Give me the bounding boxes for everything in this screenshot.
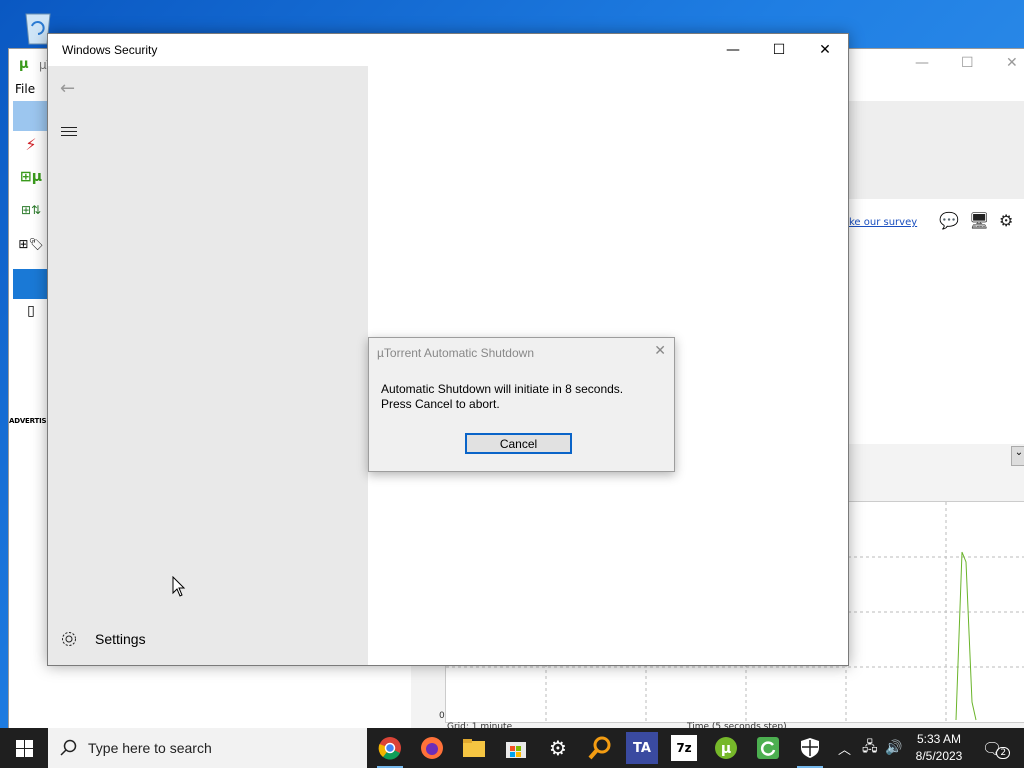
notification-count: 2: [996, 747, 1011, 759]
settings-label: Settings: [95, 631, 146, 647]
store-icon[interactable]: [500, 732, 532, 764]
device-icon[interactable]: ▯: [13, 303, 49, 333]
cancel-button[interactable]: Cancel: [465, 433, 572, 454]
gear-icon: [62, 632, 76, 646]
network-icon[interactable]: 🖧: [862, 728, 878, 768]
menu-file[interactable]: File: [15, 82, 35, 96]
navigation-pane: ← Settings: [48, 66, 368, 665]
back-arrow-icon[interactable]: ←: [60, 78, 75, 99]
dialog-message: Automatic Shutdown will initiate in 8 se…: [381, 382, 623, 412]
utorrent-logo-icon: μ: [19, 57, 29, 72]
minimize-button[interactable]: —: [710, 34, 756, 66]
remote-icon[interactable]: 🖥: [969, 211, 989, 230]
labels-icon[interactable]: ⊞🏷: [13, 237, 49, 267]
sidebar-item-offers[interactable]: [13, 101, 49, 131]
shutdown-dialog: µTorrent Automatic Shutdown ✕ Automatic …: [368, 337, 675, 472]
minimize-icon[interactable]: —: [915, 55, 929, 71]
text-editor-icon[interactable]: TA: [626, 732, 658, 764]
utorrent-sidebar: ⚡ ⊞µ ⊞⇅ ⊞🏷 ▯: [9, 101, 49, 461]
maximize-icon[interactable]: ☐: [961, 55, 974, 71]
dialog-title: µTorrent Automatic Shutdown: [377, 346, 534, 360]
windows-logo-icon: [15, 739, 33, 757]
utorrent-icon[interactable]: µ: [710, 732, 742, 764]
dialog-message-line1: Automatic Shutdown will initiate in 8 se…: [381, 382, 624, 396]
dialog-message-line2: Press Cancel to abort.: [381, 397, 500, 411]
settings-icon[interactable]: ⚙: [542, 732, 574, 764]
maximize-button[interactable]: ☐: [756, 34, 802, 66]
windows-security-titlebar: Windows Security — ☐ ✕: [48, 34, 848, 66]
7zip-icon[interactable]: 7z: [671, 735, 697, 761]
svg-text:µ: µ: [721, 741, 731, 757]
refresh-app-icon[interactable]: [752, 732, 784, 764]
window-title: Windows Security: [62, 43, 158, 57]
dialog-close-icon[interactable]: ✕: [654, 343, 666, 359]
settings-nav-item[interactable]: Settings: [60, 630, 146, 648]
graph-zero-label: 0: [439, 711, 445, 721]
search-tool-icon[interactable]: [584, 732, 616, 764]
windows-security-icon[interactable]: [794, 732, 826, 768]
start-button[interactable]: [0, 728, 48, 768]
volume-icon[interactable]: 🔊: [885, 728, 902, 768]
close-icon[interactable]: ✕: [1006, 55, 1018, 71]
clock-date: 8/5/2023: [915, 749, 963, 763]
mouse-cursor-icon: [172, 576, 186, 597]
notification-icon[interactable]: 🗨 2: [982, 728, 1011, 768]
search-placeholder: Type here to search: [88, 740, 212, 756]
taskbar-clock[interactable]: 5:33 AM 8/5/2023: [908, 731, 970, 765]
bolt-icon[interactable]: ⚡: [13, 135, 49, 165]
taskbar: Type here to search ⚙ TA 7z µ ︿ 🖧 🔊 5:33…: [0, 728, 1024, 768]
show-hidden-icons-icon[interactable]: ︿: [838, 728, 851, 768]
taskbar-search-box[interactable]: Type here to search: [48, 728, 367, 768]
firefox-icon[interactable]: [416, 732, 448, 764]
feeds-icon[interactable]: ⊞⇅: [13, 203, 49, 233]
hamburger-menu-icon[interactable]: [61, 124, 77, 139]
chevron-down-icon[interactable]: ⌄: [1011, 446, 1024, 466]
gear-icon[interactable]: ⚙: [999, 211, 1013, 230]
advertise-label: ADVERTISE: [9, 417, 51, 425]
torrents-icon[interactable]: ⊞µ: [13, 169, 49, 199]
close-button[interactable]: ✕: [802, 34, 848, 66]
chat-icon[interactable]: 💬: [939, 211, 959, 230]
survey-link[interactable]: ke our survey: [849, 217, 917, 228]
file-explorer-icon[interactable]: [458, 732, 490, 764]
sidebar-item-rss[interactable]: [13, 269, 49, 299]
search-icon: [60, 739, 77, 756]
clock-time: 5:33 AM: [916, 732, 962, 746]
chrome-icon[interactable]: [374, 732, 406, 768]
